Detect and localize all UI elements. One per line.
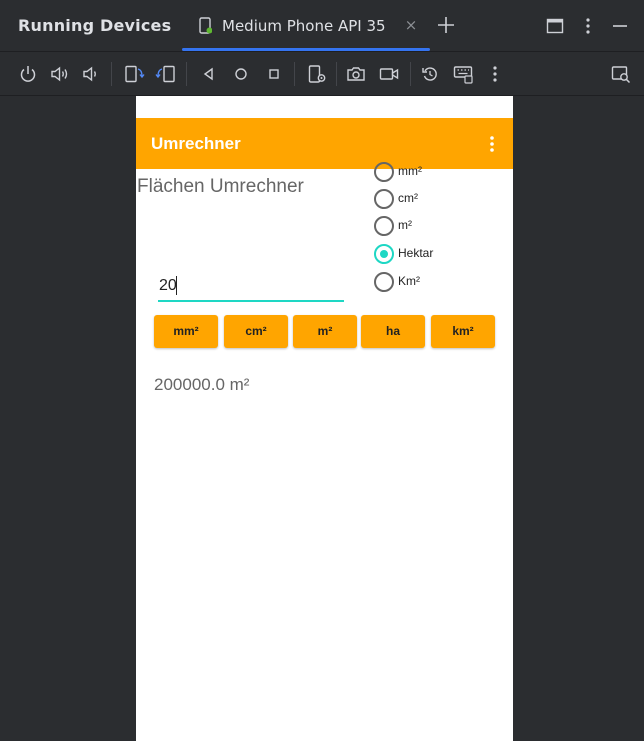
reset-icon [422, 67, 437, 81]
power-button[interactable] [17, 63, 39, 85]
close-icon[interactable]: × [404, 16, 418, 34]
radio-button [374, 189, 394, 209]
radio-button [374, 162, 394, 182]
screen-record-button[interactable] [378, 63, 400, 85]
more-vertical-icon[interactable] [578, 16, 598, 36]
convert-ha-button[interactable]: ha [361, 315, 425, 348]
rotate-right-button[interactable] [155, 63, 177, 85]
camera-icon [347, 67, 365, 81]
overview-icon [269, 69, 279, 79]
screen-record-icon [379, 68, 399, 80]
device-screen[interactable]: Umrechner Flächen Umrechner mm² cm² m² H… [136, 96, 513, 741]
result-text: 200000.0 m² [154, 375, 250, 394]
radio-label: mm² [398, 164, 422, 178]
device-toolbar [0, 52, 644, 96]
plus-icon[interactable] [436, 14, 456, 36]
radio-dot [380, 250, 388, 258]
status-bar [136, 96, 513, 118]
radio-km2[interactable]: Km² [374, 272, 513, 294]
more-vertical-icon [493, 66, 497, 82]
radio-button [374, 216, 394, 236]
toolbar-separator [336, 62, 337, 86]
toolbar-separator [294, 62, 295, 86]
convert-m2-button[interactable]: m² [293, 315, 357, 348]
tab-medium-phone[interactable]: Medium Phone API 35 × [182, 0, 430, 51]
device-display-area: Umrechner Flächen Umrechner mm² cm² m² H… [0, 96, 644, 741]
more-options-button[interactable] [484, 63, 506, 85]
volume-up-button[interactable] [49, 63, 71, 85]
radio-hektar[interactable]: Hektar [374, 244, 513, 266]
power-icon [20, 66, 36, 82]
volume-down-button[interactable] [80, 63, 102, 85]
phone-running-icon [199, 17, 212, 34]
toolbar-separator [410, 62, 411, 86]
radio-m2[interactable]: m² [374, 216, 513, 238]
reset-button[interactable] [419, 63, 441, 85]
keyboard-icon [453, 66, 473, 84]
keyboard-button[interactable] [452, 63, 474, 85]
radio-label: Hektar [398, 246, 434, 260]
minimize-icon[interactable] [610, 16, 630, 36]
device-search-button[interactable] [610, 63, 632, 85]
toolbar-separator [186, 62, 187, 86]
home-button[interactable] [230, 63, 252, 85]
text-cursor [176, 276, 177, 295]
rotate-left-button[interactable] [123, 63, 145, 85]
toolbar-separator [111, 62, 112, 86]
tool-window-header: Running Devices Medium Phone API 35 × [0, 0, 644, 52]
overview-button[interactable] [263, 63, 285, 85]
window-layout-icon[interactable] [545, 16, 565, 36]
radio-button-checked [374, 244, 394, 264]
radio-button [374, 272, 394, 292]
volume-down-icon [83, 66, 96, 82]
radio-label: cm² [398, 191, 418, 205]
overflow-menu-icon[interactable] [485, 134, 499, 154]
convert-km2-button[interactable]: km² [431, 315, 495, 348]
radio-label: Km² [398, 274, 420, 288]
value-input[interactable] [158, 272, 344, 302]
device-settings-button[interactable] [306, 63, 328, 85]
app-title: Umrechner [151, 134, 241, 153]
screenshot-button[interactable] [345, 63, 367, 85]
convert-mm2-button[interactable]: mm² [154, 315, 218, 348]
radio-mm2[interactable]: mm² [374, 162, 513, 184]
back-button[interactable] [198, 63, 220, 85]
radio-label: m² [398, 218, 412, 232]
device-settings-icon [308, 65, 326, 83]
convert-cm2-button[interactable]: cm² [224, 315, 288, 348]
tab-label: Medium Phone API 35 [222, 17, 386, 35]
rotate-left-icon [125, 65, 145, 83]
home-icon [235, 68, 247, 80]
tab-active-indicator [182, 48, 430, 51]
device-search-icon [611, 66, 631, 84]
radio-cm2[interactable]: cm² [374, 189, 513, 211]
rotate-right-icon [155, 65, 175, 83]
volume-up-icon [51, 66, 68, 82]
panel-title: Running Devices [18, 16, 172, 35]
page-heading: Flächen Umrechner [137, 176, 304, 197]
back-icon [203, 67, 213, 81]
